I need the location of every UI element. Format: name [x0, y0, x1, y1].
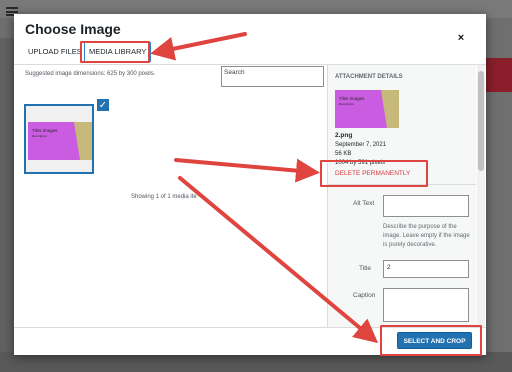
alt-text-field[interactable]	[383, 195, 469, 217]
close-icon[interactable]: ×	[454, 31, 468, 45]
background-left-edge	[0, 38, 14, 372]
background-red-notice	[486, 58, 512, 92]
attachment-filename: 2.png	[335, 132, 353, 139]
attachment-thumbnail: Tiles Images Description	[28, 122, 92, 160]
title-field[interactable]: 2	[383, 260, 469, 278]
caption-label: Caption	[353, 292, 376, 299]
attachment-filesize: 56 KB	[335, 151, 352, 157]
sidebar-scrollbar[interactable]	[477, 65, 485, 327]
alt-text-help: Describe the purpose of the image. Leave…	[383, 224, 470, 248]
modal-title: Choose Image	[25, 21, 121, 37]
highlight-select-and-crop	[380, 325, 482, 356]
attachment-details-heading: ATTACHMENT DETAILS	[335, 74, 403, 80]
preview-subtitle: Description	[339, 102, 354, 106]
highlight-delete-permanently	[320, 160, 428, 187]
title-label: Title	[359, 265, 372, 272]
scrollbar-thumb[interactable]	[478, 71, 484, 171]
attachment-date: September 7, 2021	[335, 142, 387, 148]
checkmark-icon[interactable]: ✓	[96, 98, 110, 112]
tab-upload-files[interactable]: UPLOAD FILES	[24, 42, 86, 62]
suggested-dimensions-note: Suggested image dimensions: 625 by 300 p…	[25, 71, 156, 77]
attachment-preview-image: Tiles Images Description	[335, 90, 399, 128]
thumbnail-subtitle: Description	[32, 134, 47, 138]
preview-title: Tiles Images	[339, 96, 365, 101]
highlight-media-library	[80, 41, 150, 63]
showing-count: Showing 1 of 1 media ite	[131, 194, 197, 200]
alt-text-label: Alt Text	[353, 200, 375, 207]
media-attachment-tile[interactable]: Tiles Images Description	[24, 104, 94, 174]
search-input[interactable]: Search	[221, 66, 324, 87]
caption-field[interactable]	[383, 288, 469, 322]
thumbnail-title: Tiles Images	[32, 128, 58, 133]
